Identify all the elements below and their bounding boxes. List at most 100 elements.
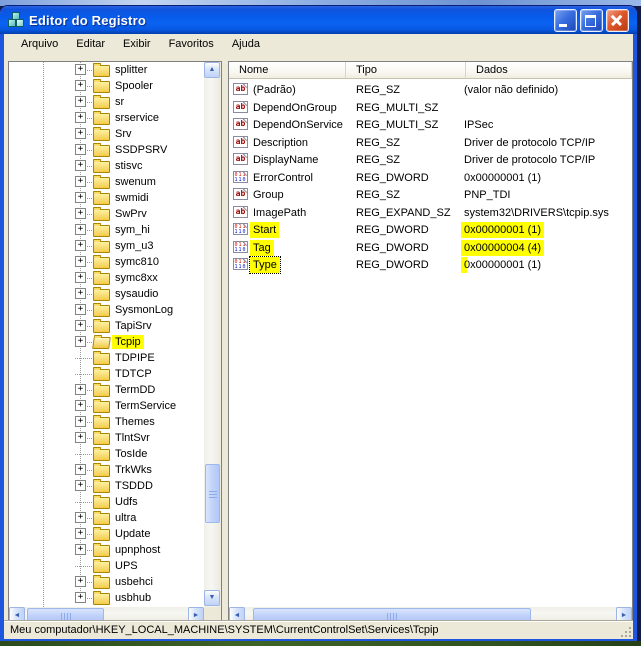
column-header-nome[interactable]: Nome [229, 62, 346, 79]
expand-icon[interactable]: + [75, 160, 86, 171]
scroll-up-button[interactable]: ▲ [204, 62, 220, 78]
registry-value-row-start[interactable]: 011110 Start REG_DWORD 0x00000001 (1) [229, 221, 632, 239]
registry-tree[interactable]: + splitter + Spooler + sr + srservice + … [9, 62, 204, 607]
tree-item-sr[interactable]: + sr [9, 94, 204, 110]
tree-item-tlntsvr[interactable]: + TlntSvr [9, 430, 204, 446]
title-bar[interactable]: Editor do Registro [0, 6, 637, 34]
registry-value-row-description[interactable]: ab Description REG_SZ Driver de protocol… [229, 134, 632, 152]
expand-icon[interactable]: + [75, 512, 86, 523]
registry-value-row-padro[interactable]: ab (Padrão) REG_SZ (valor não definido) [229, 81, 632, 99]
registry-value-row-displayname[interactable]: ab DisplayName REG_SZ Driver de protocol… [229, 151, 632, 169]
scroll-down-button[interactable]: ▼ [204, 590, 220, 606]
registry-value-row-group[interactable]: ab Group REG_SZ PNP_TDI [229, 186, 632, 204]
tree-item-swenum[interactable]: + swenum [9, 174, 204, 190]
scrollbar-thumb[interactable] [205, 464, 220, 523]
expand-icon[interactable]: + [75, 176, 86, 187]
registry-value-row-imagepath[interactable]: ab ImagePath REG_EXPAND_SZ system32\DRIV… [229, 204, 632, 222]
tree-item-upnphost[interactable]: + upnphost [9, 542, 204, 558]
registry-value-row-dependongroup[interactable]: ab DependOnGroup REG_MULTI_SZ [229, 99, 632, 117]
expand-icon[interactable]: + [75, 544, 86, 555]
expand-icon[interactable]: + [75, 64, 86, 75]
expand-icon[interactable]: + [75, 384, 86, 395]
menu-item-favoritos[interactable]: Favoritos [160, 36, 223, 53]
expand-icon[interactable]: + [75, 256, 86, 267]
tree-item-sysmonlog[interactable]: + SysmonLog [9, 302, 204, 318]
tree-item-ultra[interactable]: + ultra [9, 510, 204, 526]
tree-item-usbhub[interactable]: + usbhub [9, 590, 204, 606]
folder-icon [93, 273, 110, 285]
tree-connector [75, 454, 92, 455]
column-header-dados[interactable]: Dados [466, 62, 632, 79]
tree-item-srservice[interactable]: + srservice [9, 110, 204, 126]
tree-item-symc810[interactable]: + symc810 [9, 254, 204, 270]
expand-icon[interactable]: + [75, 128, 86, 139]
folder-icon [93, 193, 110, 205]
registry-value-row-type[interactable]: 011110 Type REG_DWORD 0x00000001 (1) [229, 256, 632, 274]
expand-icon[interactable]: + [75, 480, 86, 491]
tree-item-usbehci[interactable]: + usbehci [9, 574, 204, 590]
expand-icon[interactable]: + [75, 224, 86, 235]
tree-item-srv[interactable]: + Srv [9, 126, 204, 142]
column-header-tipo[interactable]: Tipo [346, 62, 466, 79]
tree-item-symc8xx[interactable]: + symc8xx [9, 270, 204, 286]
expand-icon[interactable]: + [75, 80, 86, 91]
expand-icon[interactable]: + [75, 272, 86, 283]
tree-item-stisvc[interactable]: + stisvc [9, 158, 204, 174]
tree-vertical-scrollbar[interactable]: ▲ ▼ [204, 62, 221, 607]
expand-icon[interactable]: + [75, 400, 86, 411]
value-data [461, 100, 467, 102]
tree-item-trkwks[interactable]: + TrkWks [9, 462, 204, 478]
maximize-button[interactable] [580, 9, 603, 32]
expand-icon[interactable]: + [75, 240, 86, 251]
tree-item-sysaudio[interactable]: + sysaudio [9, 286, 204, 302]
menu-item-editar[interactable]: Editar [67, 36, 114, 53]
expand-icon[interactable]: + [75, 576, 86, 587]
value-type-icon: 011110 [233, 241, 248, 253]
tree-item-tapisrv[interactable]: + TapiSrv [9, 318, 204, 334]
minimize-button[interactable] [554, 9, 577, 32]
tree-item-tcpip[interactable]: + Tcpip [9, 334, 204, 350]
tree-item-termdd[interactable]: + TermDD [9, 382, 204, 398]
expand-icon[interactable]: + [75, 320, 86, 331]
tree-item-spooler[interactable]: + Spooler [9, 78, 204, 94]
expand-icon[interactable]: + [75, 96, 86, 107]
expand-icon[interactable]: + [75, 432, 86, 443]
tree-item-splitter[interactable]: + splitter [9, 62, 204, 78]
tree-item-update[interactable]: + Update [9, 526, 204, 542]
expand-icon[interactable]: + [75, 416, 86, 427]
tree-item-tsddd[interactable]: + TSDDD [9, 478, 204, 494]
registry-value-row-errorcontrol[interactable]: 011110 ErrorControl REG_DWORD 0x00000001… [229, 169, 632, 187]
tree-item-sym_hi[interactable]: + sym_hi [9, 222, 204, 238]
folder-icon [93, 481, 110, 493]
tree-item-ssdpsrv[interactable]: + SSDPSRV [9, 142, 204, 158]
tree-item-ups[interactable]: UPS [9, 558, 204, 574]
tree-item-swmidi[interactable]: + swmidi [9, 190, 204, 206]
registry-value-row-dependonservice[interactable]: ab DependOnService REG_MULTI_SZ IPSec [229, 116, 632, 134]
tree-item-tdpipe[interactable]: TDPIPE [9, 350, 204, 366]
expand-icon[interactable]: + [75, 288, 86, 299]
status-path: Meu computador\HKEY_LOCAL_MACHINE\SYSTEM… [10, 624, 439, 636]
value-data: 0x00000004 (4) [461, 240, 544, 256]
expand-icon[interactable]: + [75, 192, 86, 203]
expand-icon[interactable]: + [75, 336, 86, 347]
menu-item-ajuda[interactable]: Ajuda [223, 36, 269, 53]
registry-value-row-tag[interactable]: 011110 Tag REG_DWORD 0x00000004 (4) [229, 239, 632, 257]
menu-item-arquivo[interactable]: Arquivo [12, 36, 67, 53]
close-button[interactable] [606, 9, 629, 32]
expand-icon[interactable]: + [75, 464, 86, 475]
expand-icon[interactable]: + [75, 144, 86, 155]
menu-item-exibir[interactable]: Exibir [114, 36, 160, 53]
tree-item-udfs[interactable]: Udfs [9, 494, 204, 510]
expand-icon[interactable]: + [75, 304, 86, 315]
expand-icon[interactable]: + [75, 592, 86, 603]
expand-icon[interactable]: + [75, 112, 86, 123]
expand-icon[interactable]: + [75, 208, 86, 219]
tree-item-sym_u3[interactable]: + sym_u3 [9, 238, 204, 254]
tree-item-toside[interactable]: TosIde [9, 446, 204, 462]
tree-item-swprv[interactable]: + SwPrv [9, 206, 204, 222]
tree-item-themes[interactable]: + Themes [9, 414, 204, 430]
resize-grip[interactable] [619, 625, 632, 638]
expand-icon[interactable]: + [75, 528, 86, 539]
tree-item-termservice[interactable]: + TermService [9, 398, 204, 414]
tree-item-tdtcp[interactable]: TDTCP [9, 366, 204, 382]
